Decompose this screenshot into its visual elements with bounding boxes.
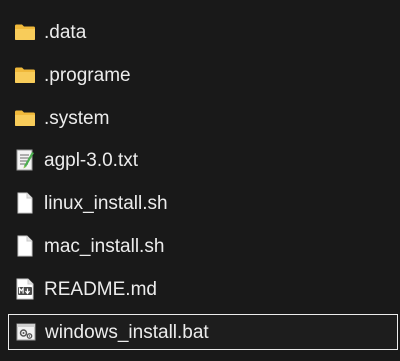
file-name: .data (44, 21, 87, 43)
file-name: linux_install.sh (44, 192, 168, 214)
file-name: windows_install.bat (45, 321, 209, 343)
markdown-file-icon (14, 278, 36, 300)
file-name: .programe (44, 64, 131, 86)
file-name: .system (44, 107, 110, 129)
file-row-data-folder[interactable]: .data (8, 14, 398, 50)
file-row-agpl-txt[interactable]: agpl-3.0.txt (8, 142, 398, 178)
folder-icon (14, 21, 36, 43)
folder-icon (14, 107, 36, 129)
file-row-readme[interactable]: README.md (8, 271, 398, 307)
file-list: .data .programe .system agpl-3.0.txt lin… (0, 0, 400, 361)
batch-file-icon (15, 321, 37, 343)
file-row-linux-install[interactable]: linux_install.sh (8, 185, 398, 221)
file-name: mac_install.sh (44, 235, 165, 257)
file-name: agpl-3.0.txt (44, 149, 138, 171)
blank-file-icon (14, 235, 36, 257)
file-row-system-folder[interactable]: .system (8, 100, 398, 136)
blank-file-icon (14, 192, 36, 214)
file-row-programe-folder[interactable]: .programe (8, 57, 398, 93)
file-name: README.md (44, 278, 157, 300)
file-row-windows-install[interactable]: windows_install.bat (8, 314, 398, 350)
file-row-mac-install[interactable]: mac_install.sh (8, 228, 398, 264)
folder-icon (14, 64, 36, 86)
text-file-icon (14, 149, 36, 171)
